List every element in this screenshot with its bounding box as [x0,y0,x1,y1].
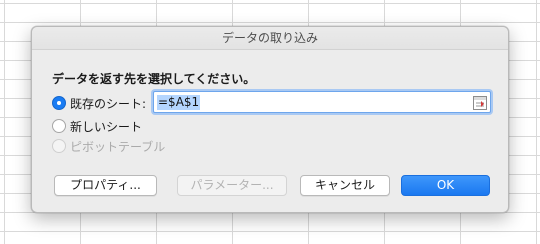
pivot-table-radio [52,139,66,153]
parameters-button: パラメーター... [177,175,287,196]
cell-reference-input[interactable]: =$A$1 [153,91,491,113]
new-sheet-label: 新しいシート [70,119,143,134]
cell-reference-value[interactable]: =$A$1 [157,95,201,110]
cancel-button[interactable]: キャンセル [300,175,390,196]
option-existing-sheet[interactable]: 既存のシート: [52,94,146,112]
existing-sheet-radio[interactable] [52,96,66,110]
pivot-table-label: ピボットテーブル [70,139,166,154]
collapse-dialog-icon[interactable] [473,95,487,110]
properties-button[interactable]: プロパティ... [54,175,157,196]
option-new-sheet[interactable]: 新しいシート [52,117,142,135]
new-sheet-radio[interactable] [52,119,66,133]
ok-button[interactable]: OK [401,175,490,196]
option-pivot-table: ピボットテーブル [52,137,165,155]
dialog-title: データの取り込み [32,27,508,50]
existing-sheet-label: 既存のシート: [70,96,147,111]
prompt-text: データを返す先を選択してください。 [52,72,256,86]
import-data-dialog: データの取り込み データを返す先を選択してください。 既存のシート: =$A$1… [31,26,509,213]
